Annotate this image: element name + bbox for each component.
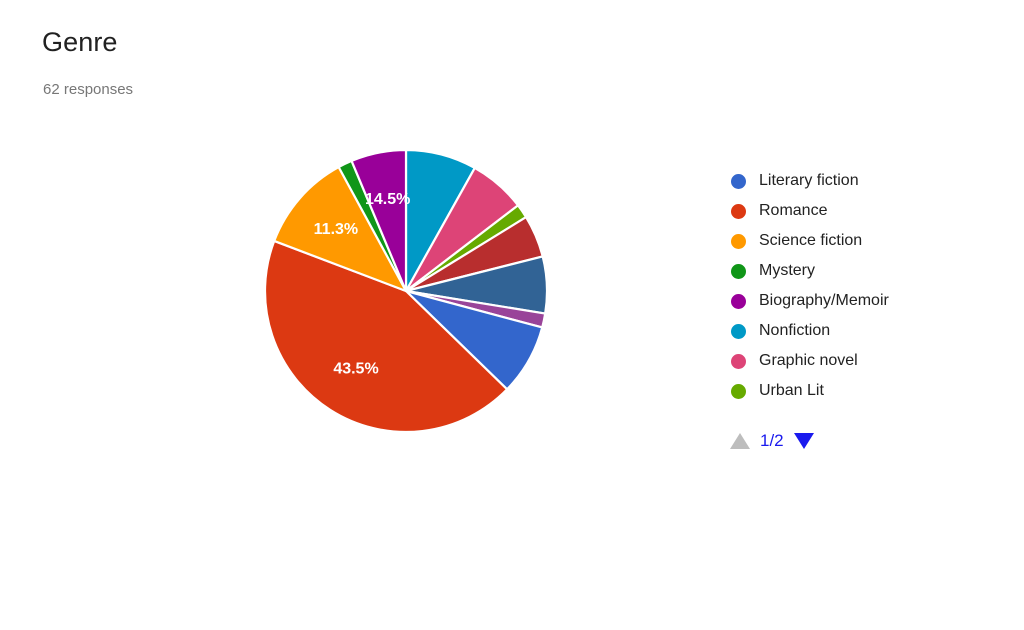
pie-slice-label: 11.3% <box>314 221 358 238</box>
legend-item[interactable]: Romance <box>731 196 991 226</box>
legend-swatch-icon <box>731 353 746 369</box>
legend-item-label: Graphic novel <box>759 352 858 369</box>
legend-swatch-icon <box>731 323 746 339</box>
legend-swatch-icon <box>731 173 746 189</box>
triangle-down-icon[interactable] <box>793 433 814 449</box>
legend-item-label: Biography/Memoir <box>759 292 889 309</box>
triangle-up-icon[interactable] <box>730 433 750 449</box>
legend-swatch-icon <box>731 233 746 249</box>
legend-item[interactable]: Nonfiction <box>731 316 991 346</box>
legend-swatch-icon <box>731 383 746 399</box>
legend-item[interactable]: Urban Lit <box>731 376 991 406</box>
legend-item[interactable]: Biography/Memoir <box>731 286 991 316</box>
legend-item-label: Science fiction <box>759 232 863 249</box>
legend-swatch-icon <box>731 263 746 279</box>
legend-swatch-icon <box>731 203 746 219</box>
pie-chart[interactable]: 43.5% 11.3% 14.5% <box>240 150 580 460</box>
legend-item-label: Romance <box>759 202 828 219</box>
legend-page-indicator: 1/2 <box>760 431 784 450</box>
legend-item[interactable]: Literary fiction <box>731 166 991 196</box>
legend-item[interactable]: Science fiction <box>731 226 991 256</box>
legend-pager: 1/2 <box>730 428 814 454</box>
page-title: Genre <box>42 27 118 57</box>
pie-slice-label: 43.5% <box>333 361 378 378</box>
legend-item[interactable]: Mystery <box>731 256 991 286</box>
legend-item-label: Literary fiction <box>759 172 859 189</box>
legend-item-label: Mystery <box>759 262 815 279</box>
legend-swatch-icon <box>731 293 746 309</box>
pie-slice-label: 14.5% <box>365 191 410 208</box>
chart-card: Genre 62 responses 43.5% 11.3% 14.5% Liter… <box>0 0 1024 630</box>
response-count: 62 responses <box>43 81 134 98</box>
chart-legend: Literary fiction Romance Science fiction My… <box>731 166 991 406</box>
legend-item[interactable]: Graphic novel <box>731 346 991 376</box>
legend-item-label: Nonfiction <box>759 322 831 339</box>
legend-item-label: Urban Lit <box>759 382 824 399</box>
